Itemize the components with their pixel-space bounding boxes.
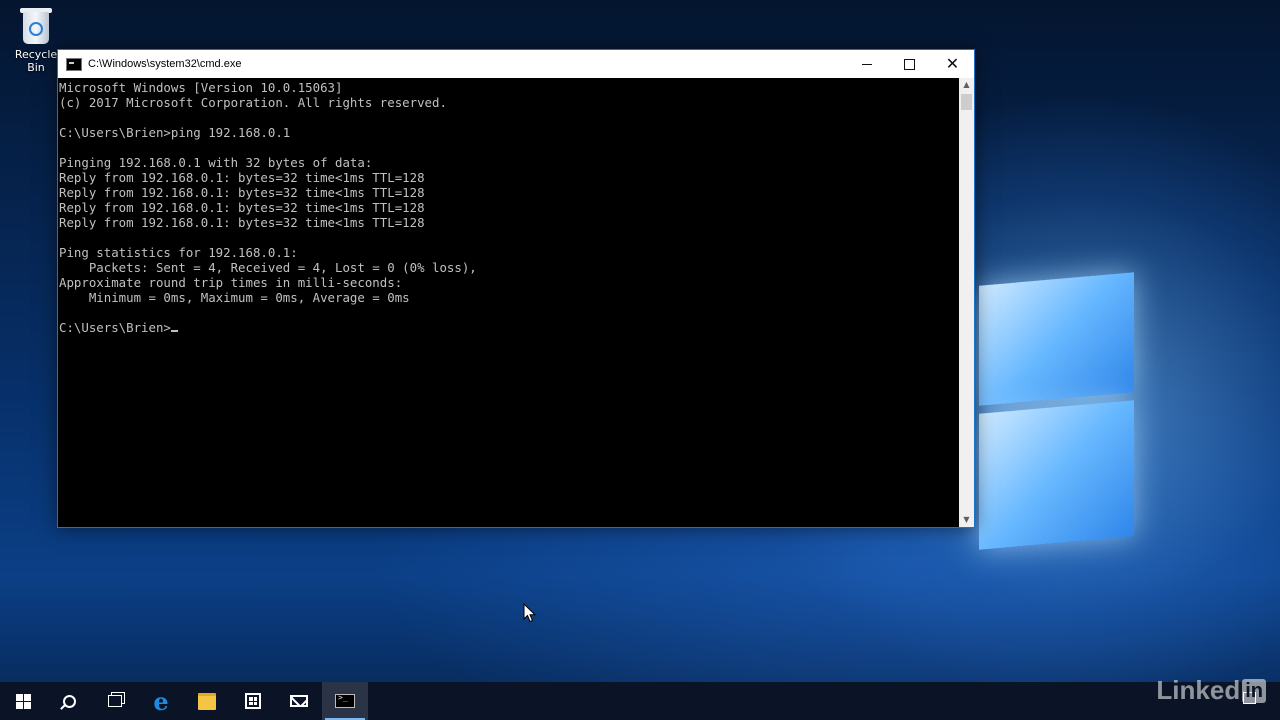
scroll-thumb[interactable]: [961, 94, 972, 110]
text-cursor: [170, 330, 178, 332]
taskbar-command-prompt[interactable]: [322, 682, 368, 720]
linkedin-watermark: Linked in: [1156, 675, 1266, 706]
scroll-down-arrow-icon[interactable]: ▼: [959, 513, 974, 527]
watermark-text: Linked: [1156, 675, 1241, 705]
console-prompt: C:\Users\Brien>: [59, 320, 171, 335]
cmd-icon[interactable]: [66, 57, 82, 71]
recycle-bin-icon: [19, 6, 53, 46]
mouse-pointer-icon: [523, 603, 537, 623]
minimize-icon: [861, 63, 872, 65]
window-title: C:\Windows\system32\cmd.exe: [88, 58, 242, 70]
mail-icon: [290, 695, 308, 707]
console-text: Microsoft Windows [Version 10.0.15063] (…: [59, 80, 477, 335]
minimize-button[interactable]: [845, 50, 888, 78]
task-view-icon: [108, 695, 122, 707]
close-icon: ✕: [945, 54, 960, 73]
console-output[interactable]: Microsoft Windows [Version 10.0.15063] (…: [58, 78, 959, 527]
taskbar: e: [0, 682, 1280, 720]
maximize-icon: [904, 58, 915, 70]
taskbar-edge[interactable]: e: [138, 682, 184, 720]
logo-pane-top: [979, 272, 1134, 406]
windows-start-icon: [15, 693, 31, 709]
task-view-button[interactable]: [92, 682, 138, 720]
start-button[interactable]: [0, 682, 46, 720]
taskbar-mail[interactable]: [276, 682, 322, 720]
search-button[interactable]: [46, 682, 92, 720]
cmd-icon: [335, 693, 355, 708]
edge-browser-icon: e: [153, 686, 169, 716]
search-icon: [62, 694, 76, 708]
taskbar-file-explorer[interactable]: [184, 682, 230, 720]
store-icon: [245, 693, 261, 709]
logo-pane-bottom: [979, 400, 1134, 550]
close-button[interactable]: ✕: [931, 50, 974, 78]
cmd-window[interactable]: C:\Windows\system32\cmd.exe ✕ Microsoft …: [57, 49, 975, 528]
maximize-button[interactable]: [888, 50, 931, 78]
taskbar-store[interactable]: [230, 682, 276, 720]
window-titlebar[interactable]: C:\Windows\system32\cmd.exe ✕: [58, 50, 974, 78]
scroll-up-arrow-icon[interactable]: ▲: [959, 78, 974, 92]
windows-logo-wallpaper: [975, 255, 1140, 555]
folder-icon: [198, 692, 216, 710]
watermark-badge: in: [1242, 678, 1266, 703]
vertical-scrollbar[interactable]: ▲ ▼: [959, 78, 974, 527]
